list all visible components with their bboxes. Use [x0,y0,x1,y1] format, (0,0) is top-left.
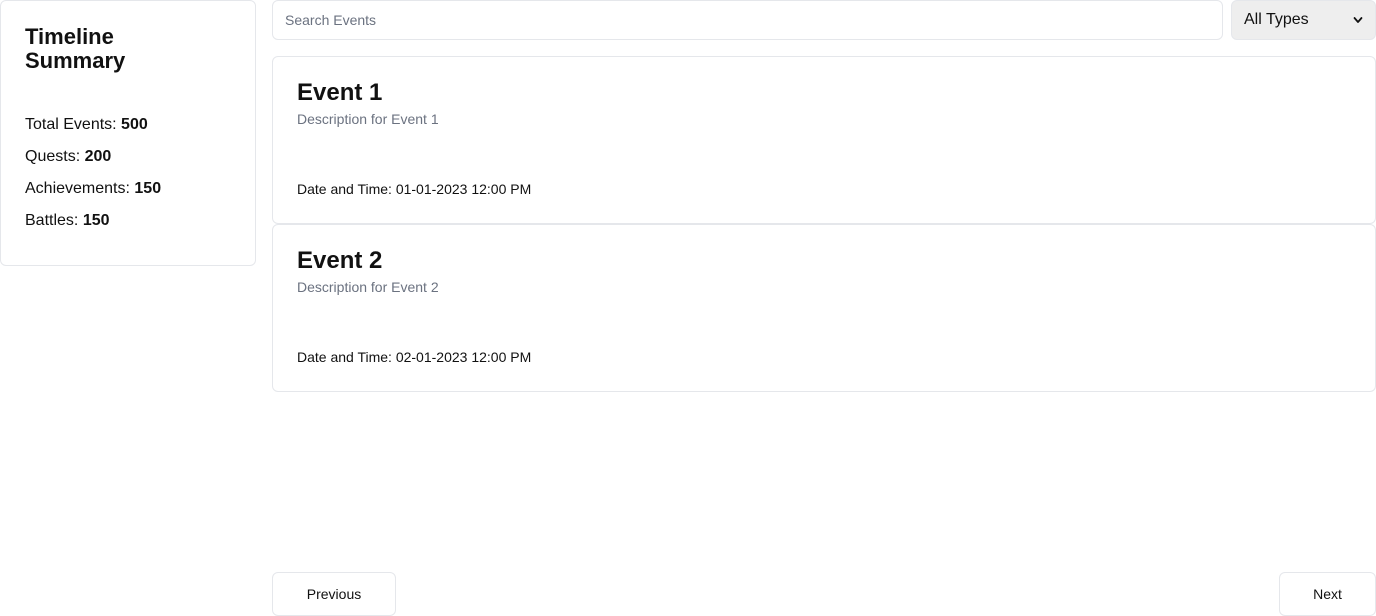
chevron-down-icon [1353,17,1363,23]
stat-label: Achievements: [25,180,135,197]
previous-button[interactable]: Previous [272,572,396,616]
stat-value: 200 [84,148,112,165]
event-title: Event 2 [297,247,383,274]
summary-title: Timeline Summary [25,24,126,73]
stat-achievements: Achievements: 150 [25,173,231,205]
event-card[interactable]: Event 1 Description for Event 1 Date and… [272,56,1376,224]
timeline-summary-panel: Timeline Summary Total Events: 500 Quest… [0,0,256,266]
event-type-select[interactable]: All Types [1231,0,1376,40]
event-card[interactable]: Event 2 Description for Event 2 Date and… [272,224,1376,392]
event-title: Event 1 [297,79,383,106]
event-datetime: Date and Time: 01-01-2023 12:00 PM [297,181,532,197]
stat-label: Battles: [25,212,83,229]
event-type-select-value: All Types [1244,11,1309,28]
stat-value: 150 [82,212,110,229]
stat-value: 500 [121,116,148,133]
event-description: Description for Event 2 [297,279,439,295]
next-button[interactable]: Next [1279,572,1376,616]
stat-battles: Battles: 150 [25,205,231,237]
search-input[interactable] [272,0,1223,40]
stat-value: 150 [134,180,162,197]
stat-label: Total Events: [25,116,122,133]
event-datetime: Date and Time: 02-01-2023 12:00 PM [297,349,532,365]
event-description: Description for Event 1 [297,111,439,127]
stat-label: Quests: [25,148,85,165]
stat-total-events: Total Events: 500 [25,109,231,141]
stat-quests: Quests: 200 [25,141,231,173]
